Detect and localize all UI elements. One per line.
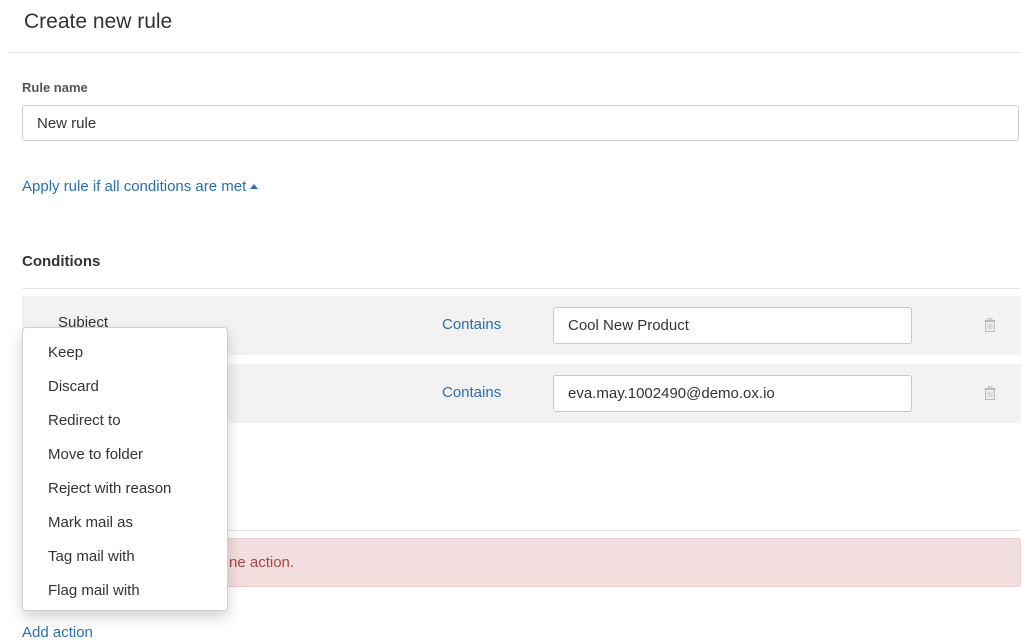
menu-item-reject-with-reason[interactable]: Reject with reason: [23, 472, 227, 506]
condition-operator[interactable]: Contains: [442, 384, 501, 401]
menu-item-flag-mail-with[interactable]: Flag mail with: [23, 574, 227, 608]
apply-rule-label: Apply rule if all conditions are met: [22, 178, 247, 195]
add-action-link[interactable]: Add action: [22, 624, 93, 641]
caret-up-icon: [250, 184, 259, 189]
menu-item-mark-mail-as[interactable]: Mark mail as: [23, 506, 227, 540]
conditions-divider: [22, 288, 1021, 289]
trash-icon[interactable]: [984, 386, 996, 400]
menu-item-discard[interactable]: Discard: [23, 370, 227, 404]
menu-item-redirect-to[interactable]: Redirect to: [23, 404, 227, 438]
alert-text: ne action.: [229, 554, 295, 571]
condition-value-input[interactable]: [553, 307, 912, 344]
trash-icon[interactable]: [984, 318, 996, 332]
page-title: Create new rule: [24, 10, 173, 33]
condition-operator[interactable]: Contains: [442, 316, 501, 333]
menu-item-tag-mail-with[interactable]: Tag mail with: [23, 540, 227, 574]
condition-value-input[interactable]: [553, 375, 912, 412]
menu-item-move-to-folder[interactable]: Move to folder: [23, 438, 227, 472]
menu-item-keep[interactable]: Keep: [23, 336, 227, 370]
rule-name-label: Rule name: [22, 80, 88, 95]
action-dropdown-menu: Keep Discard Redirect to Move to folder …: [22, 327, 228, 611]
rule-name-input[interactable]: [22, 105, 1019, 141]
apply-rule-toggle[interactable]: Apply rule if all conditions are met: [22, 178, 259, 195]
title-divider: [8, 52, 1021, 53]
conditions-heading: Conditions: [22, 253, 101, 270]
